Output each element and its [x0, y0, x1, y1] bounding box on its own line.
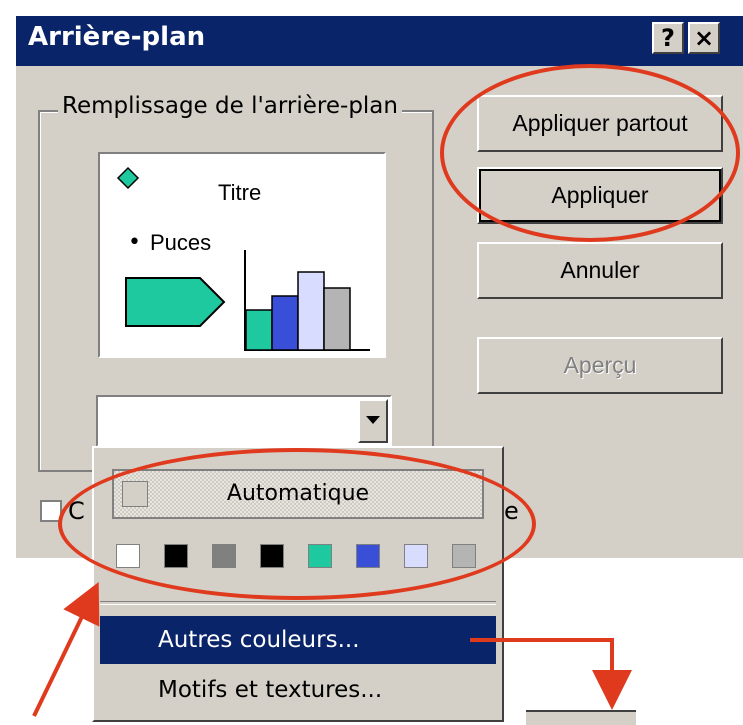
close-button[interactable]: × — [688, 22, 720, 54]
preview-bullet: • — [128, 230, 141, 255]
chevron-down-icon — [366, 416, 380, 424]
dropdown-arrow-button[interactable] — [358, 399, 388, 443]
diamond-icon — [116, 166, 140, 190]
window-title: Arrière-plan — [28, 22, 206, 52]
cancel-button[interactable]: Annuler — [477, 242, 723, 299]
chart-bar-3 — [297, 271, 325, 351]
menu-separator — [100, 601, 496, 605]
annotation-ellipse-buttons — [440, 64, 740, 242]
chart-bar-2 — [271, 295, 299, 351]
preview-button[interactable]: Aperçu — [477, 337, 723, 394]
group-label: Remplissage de l'arrière-plan — [58, 93, 402, 119]
help-button[interactable]: ? — [652, 22, 684, 54]
more-colors-menu-item[interactable]: Autres couleurs... — [100, 616, 496, 664]
chart-bar-1 — [245, 309, 273, 351]
preview-title: Titre — [218, 180, 262, 205]
chart-bar-4 — [323, 287, 351, 351]
preview-bullet-text: Puces — [150, 230, 212, 255]
patterns-textures-label: Motifs et textures... — [158, 677, 383, 703]
fill-color-combobox[interactable] — [96, 395, 392, 447]
pentagon-arrow-shape — [125, 277, 226, 327]
patterns-textures-menu-item[interactable]: Motifs et textures... — [100, 666, 496, 714]
red-arrow-to-palette — [32, 581, 100, 717]
more-colors-label: Autres couleurs... — [158, 627, 360, 653]
background-preview: Titre • Puces — [98, 152, 386, 358]
annotation-ellipse-palette — [58, 448, 536, 600]
